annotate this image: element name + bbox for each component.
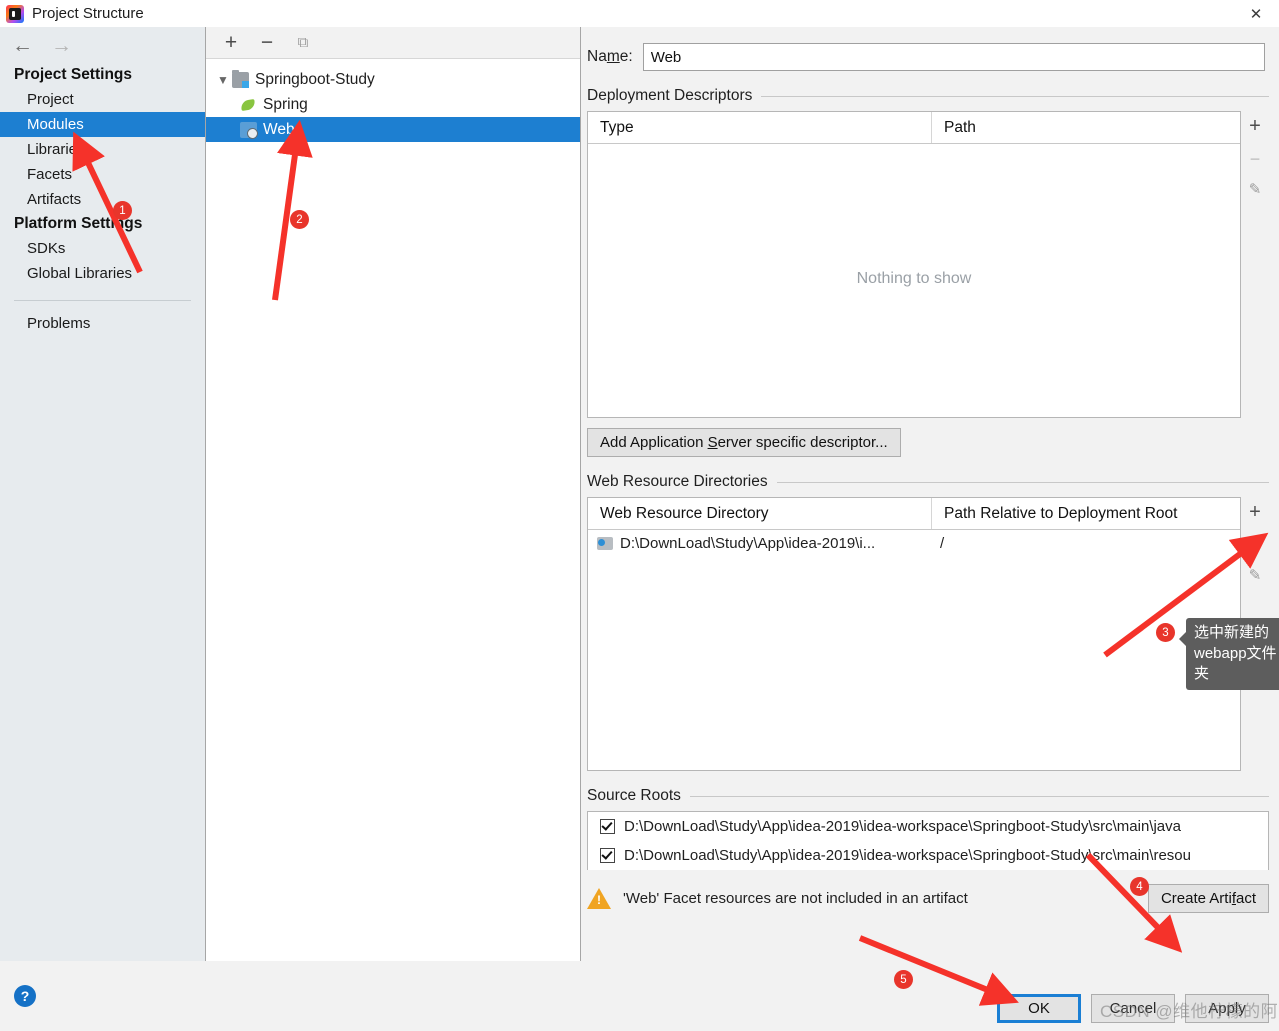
tree-node-label: Web [263, 120, 295, 138]
web-resource-directories-section-title: Web Resource Directories [587, 473, 1279, 491]
pencil-icon[interactable]: ✎ [1249, 182, 1262, 197]
cell-path-relative: / [940, 534, 945, 552]
table-header: Type Path [588, 112, 1240, 144]
table-body: D:\DownLoad\Study\App\idea-2019\i... / [588, 530, 1240, 770]
chevron-down-icon[interactable]: ▼ [214, 73, 232, 87]
sidebar-item-facets[interactable]: Facets [0, 162, 205, 187]
sidebar-item-artifacts[interactable]: Artifacts [0, 187, 205, 212]
sidebar-item-problems[interactable]: Problems [0, 311, 205, 336]
table-row[interactable]: D:\DownLoad\Study\App\idea-2019\i... / [588, 530, 1240, 556]
arrow-right-icon[interactable]: → [51, 35, 72, 56]
column-header-path[interactable]: Path [932, 112, 1240, 143]
sidebar-divider [14, 300, 191, 301]
spring-facet-icon [240, 97, 257, 113]
warning-text: 'Web' Facet resources are not included i… [623, 890, 968, 907]
source-roots-list: D:\DownLoad\Study\App\idea-2019\idea-wor… [587, 811, 1269, 870]
copy-icon[interactable]: ⧉ [290, 31, 316, 55]
section-rule [689, 795, 1269, 797]
navigation-arrows: ← → [0, 27, 205, 63]
dialog-body: ← → Project Settings Project Modules Lib… [0, 27, 1279, 961]
source-root-row[interactable]: D:\DownLoad\Study\App\idea-2019\idea-wor… [588, 812, 1268, 841]
window-title: Project Structure [32, 5, 144, 22]
facet-warning-row: 'Web' Facet resources are not included i… [587, 884, 1269, 913]
cell-web-resource-directory: D:\DownLoad\Study\App\idea-2019\i... [588, 535, 928, 552]
cancel-button[interactable]: Cancel [1091, 994, 1175, 1023]
dialog-buttons: OK Cancel Apply [997, 994, 1269, 1023]
sidebar-item-global-libraries[interactable]: Global Libraries [0, 261, 205, 286]
section-rule [761, 95, 1269, 97]
name-row: Name: [581, 27, 1279, 71]
source-roots-section-title: Source Roots [587, 787, 1279, 805]
section-rule [776, 481, 1269, 483]
sidebar-group-platform-settings: Platform Settings [14, 215, 143, 232]
source-root-path: D:\DownLoad\Study\App\idea-2019\idea-wor… [624, 818, 1181, 835]
facet-name-input[interactable] [642, 43, 1265, 71]
sidebar-item-sdks[interactable]: SDKs [0, 236, 205, 261]
web-resource-directories-table-wrap: Web Resource Directory Path Relative to … [587, 497, 1279, 771]
section-label: Web Resource Directories [587, 473, 768, 490]
minus-icon[interactable]: − [254, 31, 280, 55]
title-bar: Project Structure ✕ [0, 0, 1279, 27]
add-application-server-descriptor-button[interactable]: Add Application Server specific descript… [587, 428, 901, 457]
table-body: Nothing to show [588, 144, 1240, 417]
tree-node-springboot-study[interactable]: ▼ Springboot-Study [206, 67, 580, 92]
intellij-idea-logo [6, 4, 24, 23]
web-resource-directories-table: Web Resource Directory Path Relative to … [587, 497, 1241, 771]
sidebar-group-project-settings: Project Settings [14, 66, 132, 83]
cell-text: D:\DownLoad\Study\App\idea-2019\i... [620, 534, 876, 552]
tree-node-label: Springboot-Study [255, 70, 375, 88]
sidebar-filler [0, 336, 205, 961]
ok-button[interactable]: OK [997, 994, 1081, 1023]
column-header-type[interactable]: Type [588, 112, 932, 143]
module-tree: ▼ Springboot-Study Spring Web [206, 59, 580, 961]
deployment-descriptors-table: Type Path Nothing to show [587, 111, 1241, 418]
modules-toolbar: + − ⧉ [206, 27, 580, 59]
sidebar-item-project[interactable]: Project [0, 87, 205, 112]
name-label: Name: [587, 48, 633, 65]
empty-state-message: Nothing to show [856, 269, 972, 287]
column-header-web-resource-directory[interactable]: Web Resource Directory [588, 498, 932, 529]
tree-node-web[interactable]: Web [206, 117, 580, 142]
modules-tree-pane: + − ⧉ ▼ Springboot-Study Spring Web [206, 27, 581, 961]
source-root-path: D:\DownLoad\Study\App\idea-2019\idea-wor… [624, 847, 1191, 864]
deployment-descriptors-tools: + − ✎ [1241, 111, 1269, 418]
minus-icon[interactable]: − [1250, 150, 1261, 168]
column-header-path-relative[interactable]: Path Relative to Deployment Root [932, 498, 1240, 529]
web-facet-icon [240, 121, 258, 139]
deployment-descriptors-section-title: Deployment Descriptors [587, 87, 1279, 105]
close-icon[interactable]: ✕ [1233, 0, 1279, 27]
sidebar-item-libraries[interactable]: Libraries [0, 137, 205, 162]
pencil-icon[interactable]: ✎ [1249, 568, 1262, 583]
settings-sidebar: ← → Project Settings Project Modules Lib… [0, 27, 206, 961]
folder-module-icon [232, 69, 249, 88]
arrow-left-icon[interactable]: ← [12, 35, 33, 56]
apply-button[interactable]: Apply [1185, 994, 1269, 1023]
help-icon[interactable]: ? [14, 985, 36, 1007]
create-artifact-button[interactable]: Create Artifact [1147, 884, 1269, 913]
directory-icon [597, 536, 613, 550]
section-label: Deployment Descriptors [587, 87, 753, 104]
facet-settings-panel: Name: Deployment Descriptors Type Path N… [581, 27, 1279, 961]
sidebar-item-modules[interactable]: Modules [0, 112, 205, 137]
warning-icon [587, 888, 611, 909]
plus-icon[interactable]: + [1249, 116, 1261, 136]
deployment-descriptors-table-wrap: Type Path Nothing to show + − ✎ [587, 111, 1279, 418]
dialog-footer: ? OK Cancel Apply [0, 961, 1279, 1031]
add-descriptor-row: Add Application Server specific descript… [587, 428, 1279, 457]
source-root-checkbox[interactable] [600, 848, 615, 863]
source-root-row[interactable]: D:\DownLoad\Study\App\idea-2019\idea-wor… [588, 841, 1268, 870]
plus-icon[interactable]: + [218, 31, 244, 55]
tree-node-label: Spring [263, 95, 308, 113]
source-root-checkbox[interactable] [600, 819, 615, 834]
plus-icon[interactable]: + [1249, 502, 1261, 522]
project-structure-dialog: Project Structure ✕ ← → Project Settings… [0, 0, 1279, 1031]
tree-node-spring[interactable]: Spring [206, 92, 580, 117]
section-label: Source Roots [587, 787, 681, 804]
table-header: Web Resource Directory Path Relative to … [588, 498, 1240, 530]
minus-icon[interactable]: − [1250, 536, 1261, 554]
web-resource-directories-tools: + − ✎ [1241, 497, 1269, 771]
